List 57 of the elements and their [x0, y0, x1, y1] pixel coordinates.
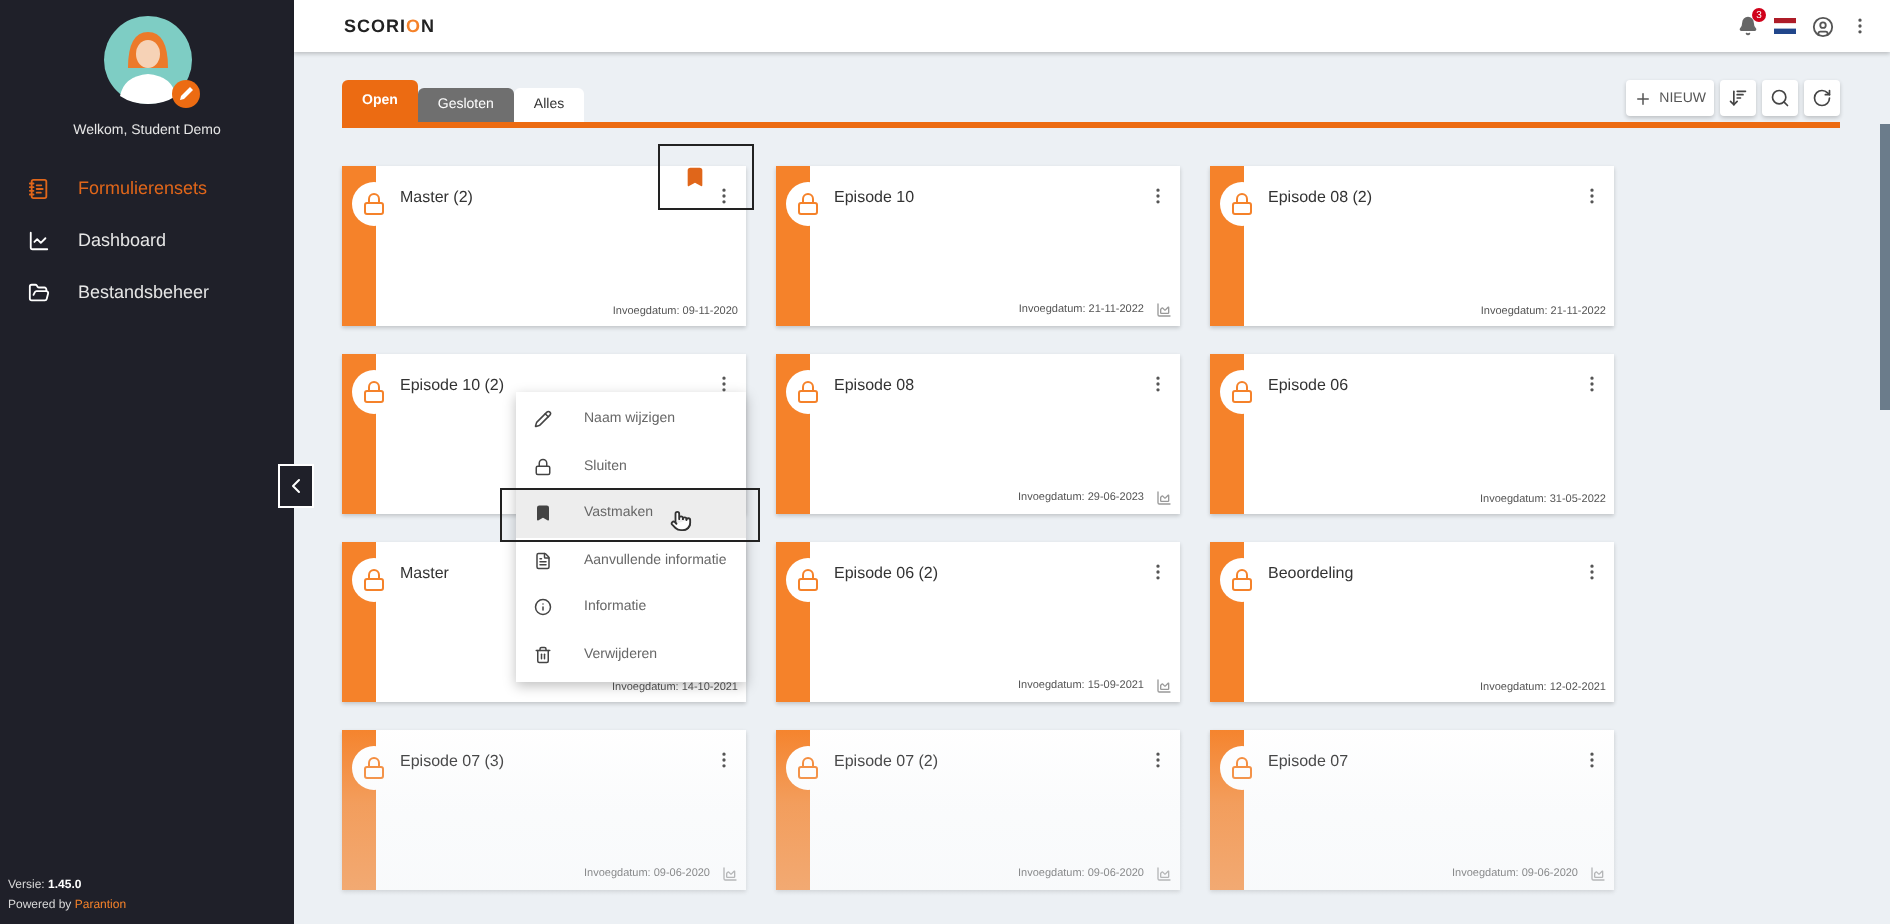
- lock-icon: [796, 192, 820, 216]
- refresh-button[interactable]: [1804, 80, 1840, 116]
- card-title: Episode 07 (3): [400, 752, 505, 770]
- lock-icon: [362, 568, 386, 592]
- info-icon: [534, 598, 552, 617]
- lock-icon: [1230, 192, 1254, 216]
- chart-icon[interactable]: [1156, 302, 1172, 318]
- trash-icon: [534, 645, 552, 664]
- card-title: Master: [400, 564, 449, 582]
- document-icon: [534, 551, 552, 570]
- folder-icon: [28, 281, 50, 303]
- logo: SCORION: [344, 16, 436, 36]
- chart-icon: [28, 229, 50, 251]
- hand-cursor-icon: [670, 510, 692, 532]
- card-title: Beoordeling: [1268, 564, 1354, 582]
- plus-icon: [1633, 89, 1652, 107]
- lock-icon: [362, 192, 386, 216]
- bookmark-icon[interactable]: [684, 166, 706, 188]
- collapse-button[interactable]: [280, 466, 312, 506]
- lock-icon: [796, 756, 820, 780]
- search-button[interactable]: [1762, 80, 1798, 116]
- edit-badge-icon[interactable]: [171, 80, 199, 108]
- bookmark-icon: [534, 504, 552, 523]
- bell-icon[interactable]: [1738, 16, 1758, 36]
- pencil-icon: [534, 410, 552, 429]
- card-title: Episode 06: [1268, 376, 1349, 394]
- chart-icon[interactable]: [1156, 678, 1172, 694]
- card-title: Episode 08 (2): [1268, 188, 1373, 206]
- lock-icon: [796, 380, 820, 404]
- lock-icon: [534, 457, 552, 476]
- card-title: Episode 07 (2): [834, 752, 939, 770]
- highlight-frame: [658, 144, 754, 210]
- card-title: Episode 10: [834, 188, 915, 206]
- card-title: Episode 07: [1268, 752, 1349, 770]
- account-icon[interactable]: [1812, 15, 1834, 37]
- search-icon: [1770, 88, 1790, 108]
- refresh-icon: [1812, 88, 1832, 108]
- lock-icon: [1230, 380, 1254, 404]
- card-title: Master (2): [400, 188, 473, 206]
- lock-icon: [1230, 568, 1254, 592]
- sort-button[interactable]: [1720, 80, 1756, 116]
- nav-item[interactable]: Bestandsbeheer: [0, 270, 294, 314]
- scrollbar[interactable]: [1880, 124, 1890, 410]
- card-title: Episode 08: [834, 376, 915, 394]
- sort-icon: [1728, 88, 1748, 108]
- lock-icon: [362, 380, 386, 404]
- lock-icon: [362, 756, 386, 780]
- chart-icon[interactable]: [1156, 490, 1172, 506]
- lock-icon: [1230, 756, 1254, 780]
- flag-icon[interactable]: [1774, 18, 1796, 34]
- nav-item[interactable]: Dashboard: [0, 218, 294, 262]
- notebook-icon: [28, 177, 50, 199]
- lock-icon: [796, 568, 820, 592]
- avatar: [103, 16, 191, 104]
- card-title: Episode 10 (2): [400, 376, 505, 394]
- card-title: Episode 06 (2): [834, 564, 939, 582]
- nav-item[interactable]: Formulierensets: [0, 166, 294, 210]
